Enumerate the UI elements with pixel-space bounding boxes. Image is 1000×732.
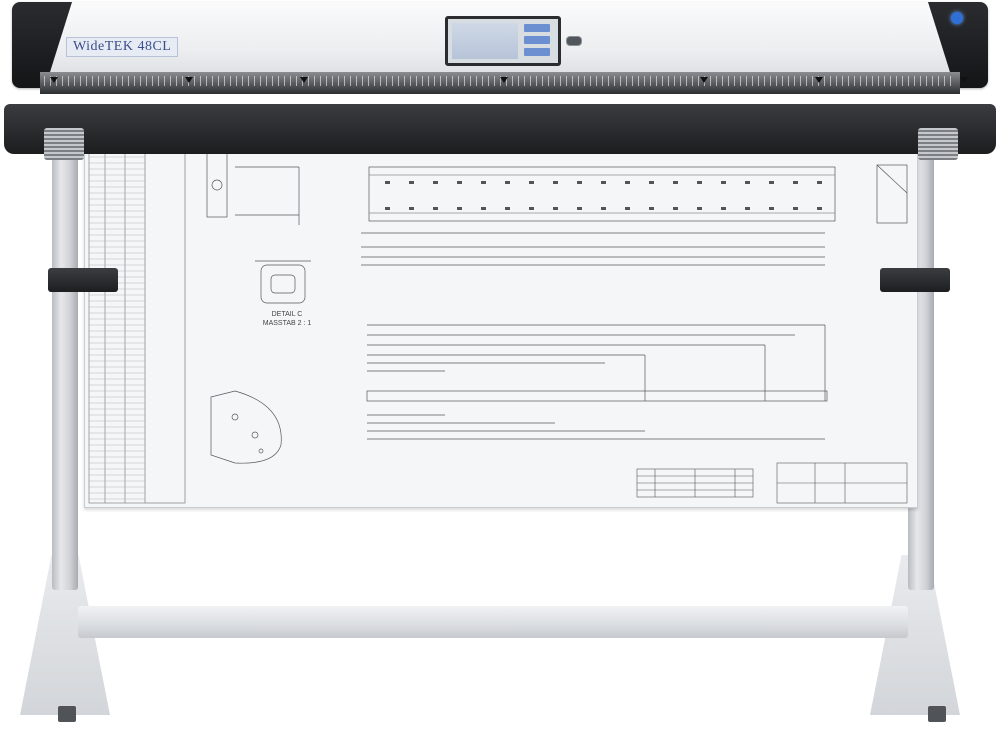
mounting-hole (385, 181, 390, 184)
scanner-touch-screen[interactable] (445, 16, 561, 66)
right-paper-roller (918, 128, 958, 160)
mounting-hole (745, 207, 750, 210)
mounting-hole (457, 207, 462, 210)
left-foot-pad (58, 706, 76, 722)
mounting-hole (433, 181, 438, 184)
paper-feed-tray (4, 104, 996, 154)
paper-guide-arrow (700, 77, 708, 83)
left-support-arm (48, 268, 118, 292)
paper-guide-arrow (300, 77, 308, 83)
mounting-hole (553, 207, 558, 210)
paper-guide-arrow (500, 77, 508, 83)
scanner-product-photo: DETAIL C MASSTAB 2 : 1 WideTEK 48CL (0, 0, 1000, 732)
mounting-hole (601, 181, 606, 184)
paper-guide-arrow (50, 77, 58, 83)
mounting-hole (577, 181, 582, 184)
mounting-hole (385, 207, 390, 210)
touch-screen-button[interactable] (524, 48, 550, 56)
mounting-hole (769, 181, 774, 184)
mounting-hole (649, 181, 654, 184)
mounting-hole (817, 181, 822, 184)
detail-c-title: DETAIL C (271, 311, 303, 318)
mounting-hole (721, 181, 726, 184)
paper-guide-arrow (815, 77, 823, 83)
mounting-hole (481, 181, 486, 184)
mounting-hole (433, 207, 438, 210)
mounting-hole (505, 181, 510, 184)
mounting-hole (481, 207, 486, 210)
mounting-hole (505, 207, 510, 210)
mounting-hole (553, 181, 558, 184)
mounting-hole (793, 207, 798, 210)
touch-screen-preview (452, 23, 518, 59)
touch-screen-button[interactable] (524, 36, 550, 44)
mounting-hole (625, 207, 630, 210)
left-stand-leg (52, 150, 78, 590)
mounting-hole (721, 207, 726, 210)
mounting-hole (673, 207, 678, 210)
mounting-hole (649, 207, 654, 210)
mounting-hole (409, 181, 414, 184)
mounting-hole (745, 181, 750, 184)
mounting-hole (697, 181, 702, 184)
mounting-hole (673, 181, 678, 184)
right-foot-pad (928, 706, 946, 722)
mounting-hole (529, 181, 534, 184)
paper-guide-arrow (960, 77, 968, 83)
mounting-hole (457, 181, 462, 184)
mounting-hole (529, 207, 534, 210)
left-paper-roller (44, 128, 84, 160)
detail-c-scale: MASSTAB 2 : 1 (262, 320, 312, 327)
mounting-hole (697, 207, 702, 210)
mounting-hole (409, 207, 414, 210)
mounting-hole (601, 207, 606, 210)
drawing-lines (88, 126, 908, 504)
power-button[interactable] (951, 12, 963, 24)
usb-port (566, 36, 582, 46)
paper-guide-arrow (185, 77, 193, 83)
touch-screen-button[interactable] (524, 24, 550, 32)
technical-drawing-sheet: DETAIL C MASSTAB 2 : 1 (84, 104, 918, 508)
mounting-hole (793, 181, 798, 184)
mounting-hole (769, 207, 774, 210)
right-support-arm (880, 268, 950, 292)
mounting-hole (577, 207, 582, 210)
stand-crossbar (78, 606, 908, 638)
mounting-hole (625, 181, 630, 184)
scanner-brand-label: WideTEK 48CL (66, 37, 179, 57)
mounting-hole (817, 207, 822, 210)
